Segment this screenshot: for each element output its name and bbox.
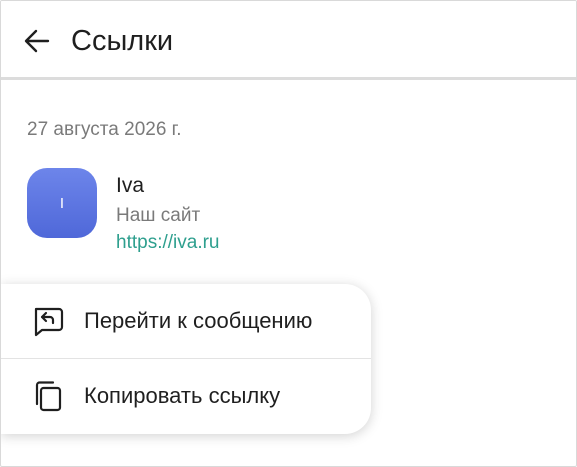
back-button[interactable] — [17, 21, 57, 61]
header-bar: Ссылки — [1, 1, 576, 80]
links-screen: Ссылки 27 августа 2026 г. I Iva Наш сайт… — [0, 0, 577, 467]
arrow-left-icon — [24, 29, 50, 53]
menu-item-label: Копировать ссылку — [84, 383, 281, 408]
date-separator: 27 августа 2026 г. — [27, 119, 182, 140]
link-url[interactable]: https://iva.ru — [116, 232, 220, 254]
go-to-message-icon — [28, 302, 66, 340]
avatar: I — [27, 168, 97, 238]
copy-icon — [28, 377, 66, 415]
copy-link-menu-item[interactable]: Копировать ссылку — [1, 359, 371, 433]
link-sender-name: Iva — [116, 174, 145, 197]
page-title: Ссылки — [71, 25, 174, 57]
context-menu: Перейти к сообщению Копировать ссылку — [1, 284, 371, 434]
menu-item-label: Перейти к сообщению — [84, 308, 313, 333]
go-to-message-menu-item[interactable]: Перейти к сообщению — [1, 284, 371, 358]
link-description: Наш сайт — [116, 205, 201, 226]
avatar-letter: I — [59, 194, 65, 212]
